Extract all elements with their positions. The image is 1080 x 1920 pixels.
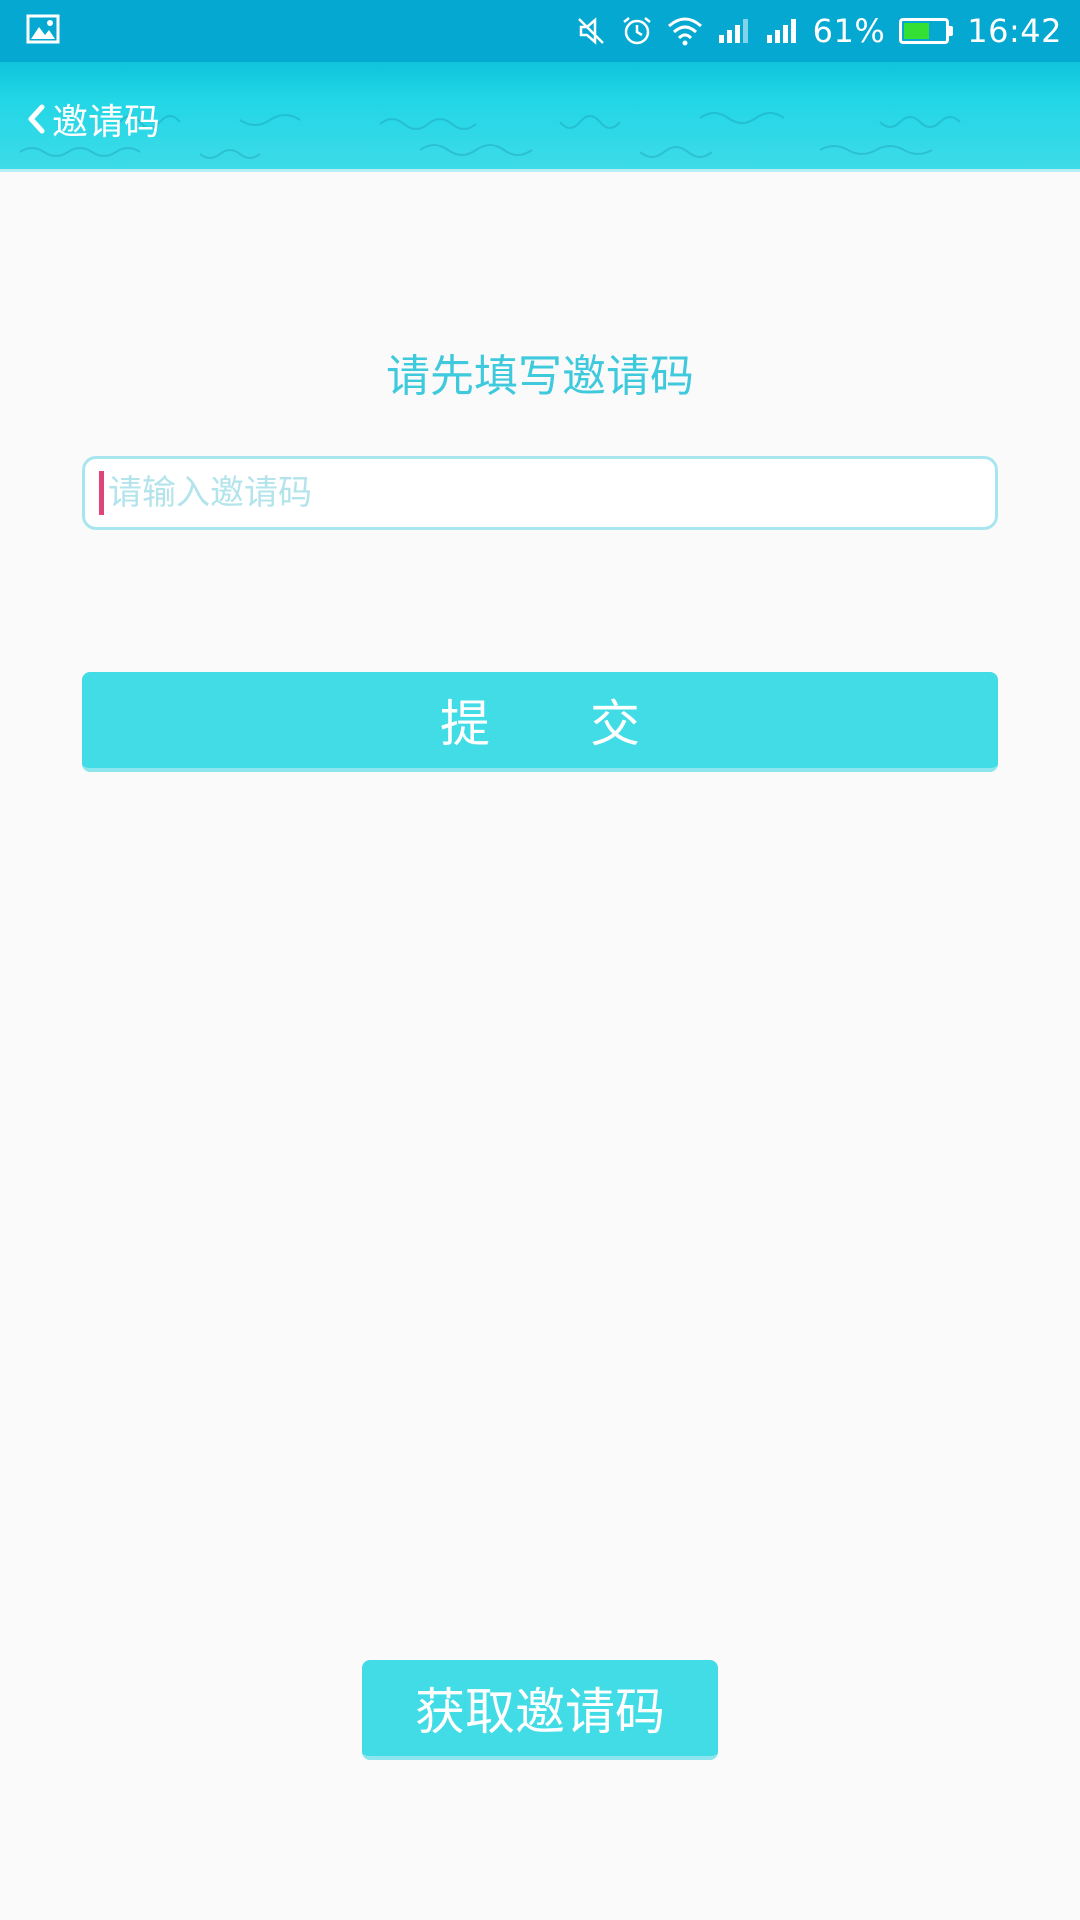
mute-vibrate-icon <box>575 15 607 47</box>
signal-icon <box>717 17 751 45</box>
submit-button[interactable]: 提交 <box>82 672 998 772</box>
status-time: 16:42 <box>967 12 1062 50</box>
battery-fill <box>904 23 929 39</box>
battery-percent: 61% <box>812 12 886 50</box>
image-notification-icon <box>26 14 60 48</box>
status-bar: 61% 16:42 <box>0 0 1080 62</box>
status-left <box>26 14 60 48</box>
invite-code-prompt: 请先填写邀请码 <box>386 351 694 402</box>
signal-icon <box>765 17 799 45</box>
invite-code-input[interactable] <box>108 459 995 527</box>
chevron-left-icon <box>28 104 45 134</box>
get-invite-code-button[interactable]: 获取邀请码 <box>362 1660 718 1760</box>
header-decor-pattern <box>19 112 961 159</box>
text-caret <box>99 471 104 515</box>
wifi-icon <box>667 16 703 46</box>
page-title: 邀请码 <box>52 102 161 143</box>
alarm-icon <box>621 15 653 47</box>
invite-code-field[interactable] <box>82 456 998 530</box>
status-right: 61% 16:42 <box>575 12 1062 50</box>
app-bar: 邀请码 <box>0 62 1080 172</box>
battery-icon <box>899 18 954 44</box>
back-button[interactable]: 邀请码 <box>26 92 160 146</box>
